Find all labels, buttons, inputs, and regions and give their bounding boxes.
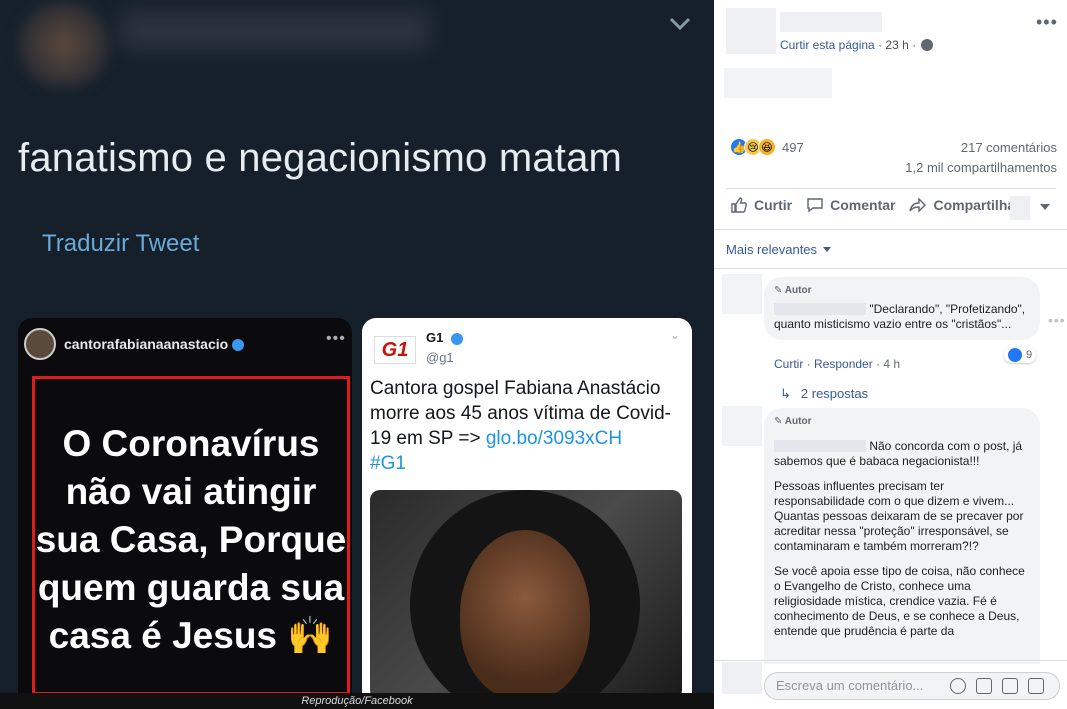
image-credit: Reprodução/Facebook [0,693,714,709]
comment-bubble: ✎ Autor "Declarando", "Profetizando", qu… [764,277,1040,340]
comments-count[interactable]: 217 comentários [961,140,1057,155]
commenter-avatar[interactable] [722,274,762,314]
blurred-commenter-name[interactable] [774,303,866,315]
comment-bubble: ✎ Autor Não concorda com o post, já sabe… [764,408,1040,664]
author-tag: ✎ Autor [774,416,812,427]
share-icon [909,197,927,213]
divider [714,660,1067,661]
thumbs-up-icon [731,197,747,213]
post-text-blurred [724,68,832,98]
replies-label: 2 respostas [800,386,869,401]
chevron-down-icon: ⌄ [670,328,681,342]
comment-meta: Curtir · Responder · 4 h [774,357,901,371]
like-label: Curtir [754,197,793,213]
highlighted-quote: O Coronavírus não vai atingir sua Casa, … [32,376,350,693]
g1-name: G1 [426,330,463,345]
comment-like-count: 9 [1026,349,1033,361]
singer-photo [370,490,682,693]
blurred-avatar [18,2,110,88]
comment-like-badge[interactable]: 9 [1004,347,1037,363]
divider [714,229,1067,230]
author-tag-text: Autor [784,285,812,296]
g1-tweet-text: Cantora gospel Fabiana Anastácio morre a… [370,376,688,476]
comment-text: "Declarando", "Profetizando", quanto mis… [774,302,1028,332]
g1-handle: @g1 [426,350,454,365]
verified-icon [450,332,463,345]
shares-count[interactable]: 1,2 mil compartilhamentos [905,160,1057,175]
comment-reply-link[interactable]: Responder [814,357,873,371]
camera-icon[interactable] [976,678,992,694]
quote-text: O Coronavírus não vai atingir sua Casa, … [35,422,347,656]
instagram-username-text: cantorafabianaanastacio [64,336,229,352]
comment-like-link[interactable]: Curtir [774,357,803,371]
comment-label: Comentar [830,197,896,213]
more-options-icon[interactable]: ••• [1036,12,1058,33]
tweet-text: fanatismo e negacionismo matam [18,136,623,180]
instagram-avatar [24,328,56,360]
divider [714,268,1067,269]
emoji-icon[interactable] [950,678,966,694]
page-name-blurred[interactable] [780,12,882,32]
instagram-post: cantorafabianaanastacio ••• O Coronavíru… [18,318,352,693]
author-tag: ✎ Autor [774,285,812,296]
author-tag-text: Autor [784,416,812,427]
comment-time: 4 h [883,357,901,371]
reaction-count: 497 [782,139,804,155]
divider [726,188,1056,189]
reply-arrow-icon: ↳ [780,386,791,401]
comment-paragraph: Não concorda com o post, já sabemos que … [774,439,1028,469]
globe-icon [921,39,934,51]
photo-face [460,530,590,693]
g1-tweet-card: G1 G1 @g1 ⌄ Cantora gospel Fabiana Anast… [362,318,692,693]
filter-label: Mais relevantes [726,242,818,257]
page-avatar[interactable] [726,8,776,54]
comment-options-icon[interactable]: ••• [1048,312,1066,328]
reactions-summary[interactable]: 👍 😢 😆 497 [730,138,804,156]
comment-filter-dropdown[interactable]: Mais relevantes [726,242,832,257]
haha-reaction-icon: 😆 [758,138,776,156]
facebook-panel: Curtir esta página · 23 h · ••• 👍 😢 😆 49… [714,0,1067,709]
g1-name-text: G1 [426,330,444,345]
post-meta: Curtir esta página · 23 h · [780,38,934,52]
comment-tools [950,678,1044,694]
like-page-link[interactable]: Curtir esta página [780,38,875,52]
share-as-avatar[interactable] [1010,196,1030,220]
gif-icon[interactable] [1002,678,1018,694]
g1-link: glo.bo/3093xCH [485,428,623,449]
like-button[interactable]: Curtir [730,196,792,214]
comment-icon [807,198,823,213]
post-actions: Curtir Comentar Compartilhar [730,196,1035,214]
blurred-username [120,10,430,50]
blurred-commenter-name[interactable] [774,440,866,452]
verified-icon [232,339,245,352]
more-options-icon: ••• [326,330,346,347]
share-label: Compartilhar [933,197,1021,213]
caret-down-icon [823,247,832,252]
translate-tweet-link[interactable]: Traduzir Tweet [42,230,199,258]
comment-paragraph: Se você apoia esse tipo de coisa, não co… [774,564,1025,638]
my-avatar [722,662,762,694]
chevron-down-icon [669,17,691,31]
post-time: · 23 h · [878,38,917,52]
g1-hashtag: #G1 [370,453,406,474]
sticker-icon[interactable] [1028,678,1044,694]
comment-paragraph: Pessoas influentes precisam ter responsa… [774,479,1024,553]
comment-button[interactable]: Comentar [806,196,895,214]
share-button[interactable]: Compartilhar [909,196,1021,214]
view-replies-link[interactable]: ↳ 2 respostas [780,386,868,402]
like-reaction-icon [1008,348,1022,362]
commenter-avatar[interactable] [722,406,762,446]
g1-logo: G1 [374,336,416,364]
instagram-username: cantorafabianaanastacio [64,336,245,352]
caret-down-icon[interactable] [1040,204,1050,210]
tweet-screenshot: fanatismo e negacionismo matam Traduzir … [0,0,714,693]
